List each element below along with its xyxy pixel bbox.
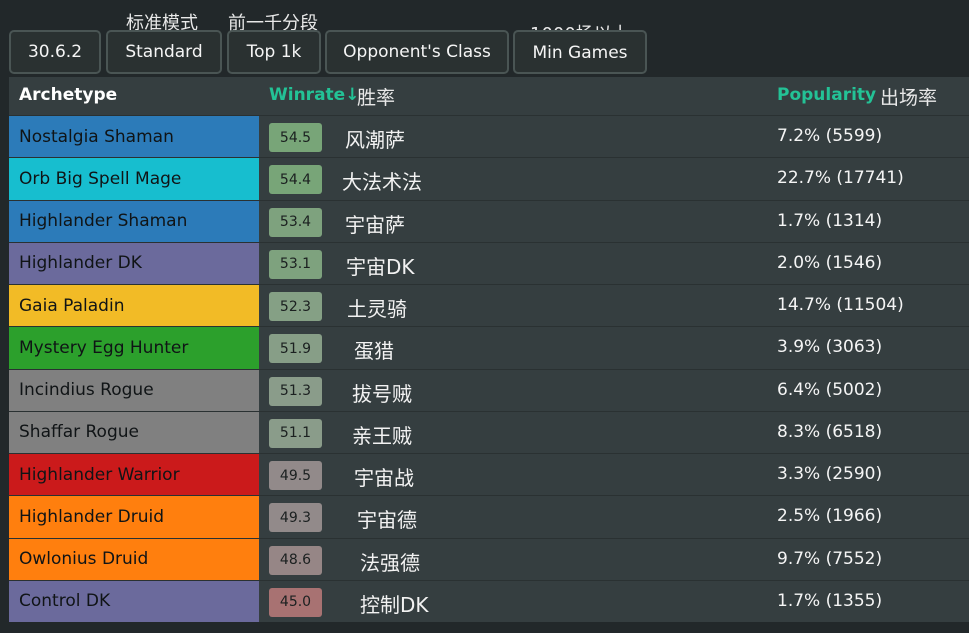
archetype-cn-annotation: 拔号贼	[352, 381, 412, 406]
popularity-value: 14.7% (11504)	[777, 295, 904, 315]
popularity-value: 6.4% (5002)	[777, 379, 883, 400]
winrate-badge: 53.1	[269, 249, 322, 279]
table-row[interactable]: Highlander Shaman 53.4 宇宙萨 1.7% (1314)	[9, 199, 969, 242]
popularity-value: 2.5% (1966)	[777, 506, 883, 527]
table-row[interactable]: Highlander DK 53.1 宇宙DK 2.0% (1546)	[9, 241, 969, 284]
winrate-badge: 49.3	[269, 503, 322, 533]
table-row[interactable]: Mystery Egg Hunter 51.9 蛋猎 3.9% (3063)	[9, 326, 969, 369]
archetype-column-header[interactable]: Archetype	[19, 85, 117, 105]
winrate-badge: 48.6	[269, 545, 322, 575]
archetype-cn-annotation: 蛋猎	[354, 339, 394, 364]
winrate-badge: 54.4	[269, 165, 322, 195]
table-row[interactable]: Highlander Warrior 49.5 宇宙战 3.3% (2590)	[9, 453, 969, 496]
archetype-cn-annotation: 控制DK	[360, 592, 429, 617]
table-row[interactable]: Highlander Druid 49.3 宇宙德 2.5% (1966)	[9, 495, 969, 538]
table-row[interactable]: Incindius Rogue 51.3 拔号贼 6.4% (5002)	[9, 368, 969, 411]
table-header: Archetype Winrate↓ 胜率 Popularity 出场率	[9, 77, 969, 115]
archetype-name[interactable]: Nostalgia Shaman	[9, 116, 259, 158]
popularity-value: 2.0% (1546)	[777, 252, 883, 273]
archetype-cn-annotation: 大法术法	[342, 170, 422, 195]
rank-filter-button[interactable]: Top 1k	[227, 30, 321, 74]
archetype-name[interactable]: Incindius Rogue	[9, 369, 259, 411]
archetype-name[interactable]: Control DK	[9, 580, 259, 622]
archetype-cn-annotation: 宇宙德	[357, 508, 417, 533]
table-row[interactable]: Control DK 45.0 控制DK 1.7% (1355)	[9, 579, 969, 622]
popularity-value: 1.7% (1355)	[777, 590, 883, 611]
winrate-badge: 49.5	[269, 461, 322, 490]
archetype-cn-annotation: 宇宙DK	[346, 254, 415, 279]
popularity-value: 3.3% (2590)	[777, 464, 883, 484]
popularity-value: 1.7% (1314)	[777, 210, 883, 231]
archetype-cn-annotation: 宇宙萨	[345, 212, 405, 237]
archetype-cn-annotation: 土灵骑	[347, 297, 407, 321]
table-row[interactable]: Orb Big Spell Mage 54.4 大法术法 22.7% (17741)	[9, 157, 969, 200]
table-row[interactable]: Owlonius Druid 48.6 法强德 9.7% (7552)	[9, 537, 969, 580]
popularity-column-header[interactable]: Popularity	[777, 85, 876, 105]
table-row[interactable]: Nostalgia Shaman 54.5 风潮萨 7.2% (5599)	[9, 115, 969, 158]
popularity-value: 9.7% (7552)	[777, 548, 883, 569]
table-row[interactable]: Gaia Paladin 52.3 土灵骑 14.7% (11504)	[9, 284, 969, 327]
winrate-badge: 51.1	[269, 418, 322, 448]
popularity-value: 22.7% (17741)	[777, 168, 904, 189]
table-body: Nostalgia Shaman 54.5 风潮萨 7.2% (5599) Orb Bi…	[9, 115, 969, 622]
archetype-name[interactable]: Highlander DK	[9, 242, 259, 284]
popularity-value: 8.3% (6518)	[777, 421, 883, 442]
archetype-name[interactable]: Gaia Paladin	[9, 285, 259, 327]
winrate-badge: 53.4	[269, 207, 322, 237]
winrate-column-header[interactable]: Winrate↓	[269, 85, 359, 105]
version-filter-button[interactable]: 30.6.2	[9, 30, 101, 74]
min-games-filter-button[interactable]: Min Games	[513, 30, 647, 74]
archetype-table: Archetype Winrate↓ 胜率 Popularity 出场率 Nos…	[9, 77, 969, 622]
popularity-value: 3.9% (3063)	[777, 337, 883, 358]
archetype-cn-annotation: 法强德	[360, 550, 420, 575]
winrate-badge: 52.3	[269, 292, 322, 321]
archetype-name[interactable]: Owlonius Druid	[9, 538, 259, 580]
winrate-badge: 51.9	[269, 334, 322, 364]
archetype-name[interactable]: Shaffar Rogue	[9, 411, 259, 453]
archetype-name[interactable]: Mystery Egg Hunter	[9, 327, 259, 369]
winrate-badge: 54.5	[269, 123, 322, 152]
archetype-name[interactable]: Orb Big Spell Mage	[9, 158, 259, 200]
opponent-class-filter-button[interactable]: Opponent's Class	[325, 30, 509, 74]
archetype-name[interactable]: Highlander Shaman	[9, 200, 259, 242]
popularity-cn-annotation: 出场率	[880, 87, 938, 109]
winrate-badge: 51.3	[269, 376, 322, 406]
winrate-badge: 45.0	[269, 587, 322, 617]
archetype-name[interactable]: Highlander Druid	[9, 496, 259, 538]
archetype-cn-annotation: 宇宙战	[354, 466, 414, 490]
mode-filter-button[interactable]: Standard	[106, 30, 222, 74]
archetype-cn-annotation: 亲王贼	[352, 423, 412, 448]
table-row[interactable]: Shaffar Rogue 51.1 亲王贼 8.3% (6518)	[9, 410, 969, 453]
archetype-name[interactable]: Highlander Warrior	[9, 454, 259, 496]
winrate-cn-annotation: 胜率	[357, 87, 396, 109]
archetype-cn-annotation: 风潮萨	[345, 128, 405, 152]
popularity-value: 7.2% (5599)	[777, 126, 883, 146]
